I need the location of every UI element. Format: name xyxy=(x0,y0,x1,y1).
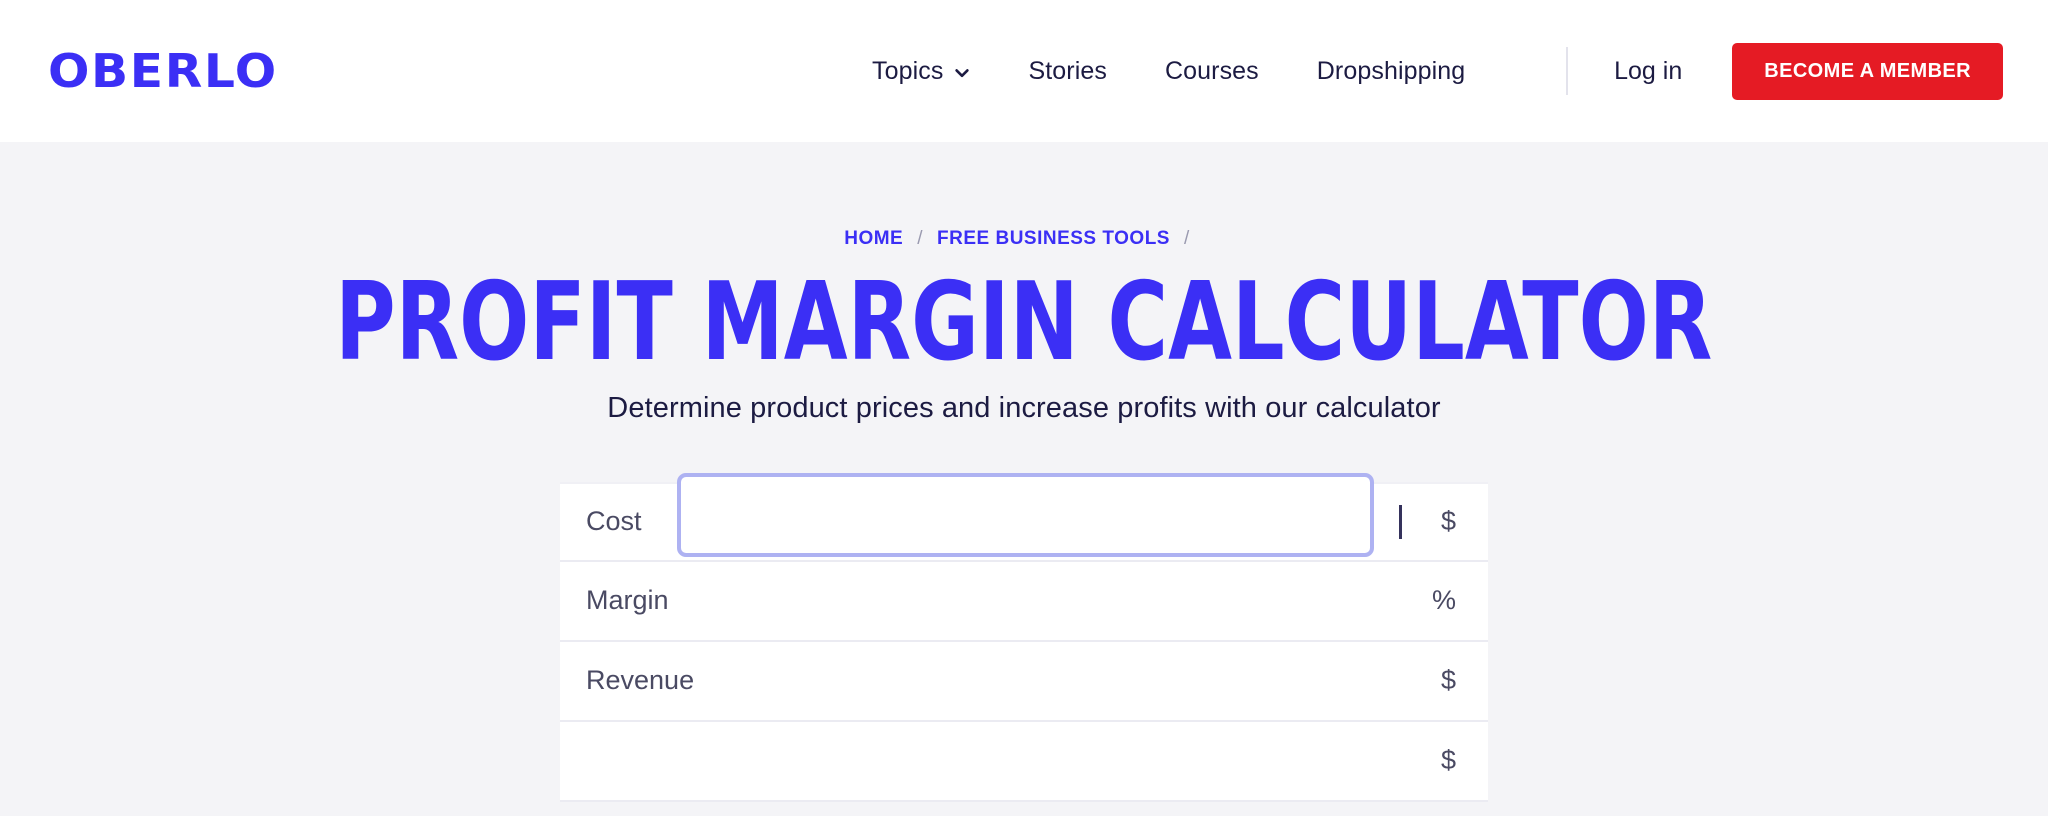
nav-item-topics[interactable]: Topics xyxy=(872,57,970,86)
calculator-suffix-partial: $ xyxy=(1440,745,1456,776)
revenue-input[interactable] xyxy=(692,641,1412,720)
main-content: HOME / FREE BUSINESS TOOLS / PROFIT MARG… xyxy=(0,142,2048,816)
profit-margin-calculator: Cost $ Margin % Revenue $ $ xyxy=(560,472,1488,802)
become-a-member-button[interactable]: BECOME A MEMBER xyxy=(1732,42,2003,100)
calculator-row-revenue[interactable]: Revenue $ xyxy=(560,641,1488,722)
calculator-label-revenue: Revenue xyxy=(586,665,695,696)
margin-field-wrapper xyxy=(692,561,1412,640)
breadcrumb-item-home[interactable]: HOME xyxy=(844,228,903,250)
nav-item-courses[interactable]: Courses xyxy=(1165,57,1259,86)
revenue-field-wrapper xyxy=(692,641,1412,720)
breadcrumb: HOME / FREE BUSINESS TOOLS / xyxy=(844,228,1204,250)
login-link[interactable]: Log in xyxy=(1614,57,1682,86)
calculator-suffix-cost: $ xyxy=(1440,506,1456,537)
calculator-row-margin[interactable]: Margin % xyxy=(560,561,1488,642)
nav-item-stories[interactable]: Stories xyxy=(1028,57,1107,86)
breadcrumb-separator-trailing: / xyxy=(1183,228,1190,249)
breadcrumb-item-free-business-tools[interactable]: FREE BUSINESS TOOLS xyxy=(937,228,1170,250)
partial-input[interactable] xyxy=(692,721,1412,800)
page-title: PROFIT MARGIN CALCULATOR xyxy=(335,259,1713,385)
oberlo-logo[interactable]: OBERLO xyxy=(48,48,278,94)
calculator-suffix-margin: % xyxy=(1431,585,1456,616)
nav-item-dropshipping[interactable]: Dropshipping xyxy=(1317,57,1466,86)
site-header: OBERLO Topics Stories Courses Dropshippi… xyxy=(0,0,2048,142)
text-caret xyxy=(1399,504,1402,539)
calculator-label-margin: Margin xyxy=(586,585,669,616)
header-actions: Log in BECOME A MEMBER xyxy=(1566,0,2003,142)
nav-item-topics-label: Topics xyxy=(872,56,944,85)
calculator-suffix-revenue: $ xyxy=(1440,665,1456,696)
breadcrumb-separator: / xyxy=(917,228,924,249)
header-divider xyxy=(1566,47,1569,95)
calculator-row-partial[interactable]: $ xyxy=(560,721,1488,802)
margin-input[interactable] xyxy=(692,561,1412,640)
calculator-label-cost: Cost xyxy=(586,506,642,537)
page-subtitle: Determine product prices and increase pr… xyxy=(607,391,1441,424)
cost-field-wrapper xyxy=(692,483,1412,560)
main-navigation: Topics Stories Courses Dropshipping xyxy=(872,0,1465,142)
partial-field-wrapper xyxy=(692,721,1412,800)
cost-input[interactable] xyxy=(692,483,1412,560)
calculator-row-cost[interactable]: Cost $ xyxy=(560,472,1488,562)
chevron-down-icon xyxy=(954,65,970,81)
